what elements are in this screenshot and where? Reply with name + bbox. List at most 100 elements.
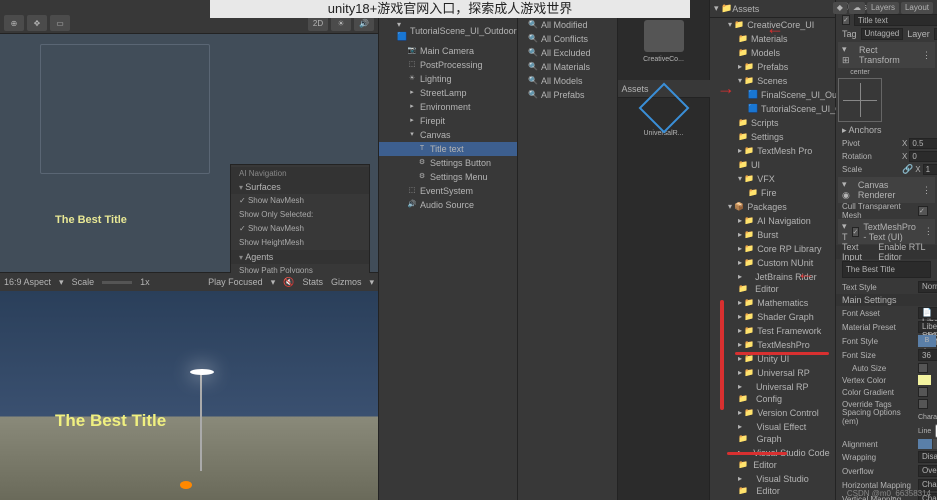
tree-item[interactable]: 📷Main Camera	[379, 44, 517, 58]
material-preset-dropdown[interactable]: LiberationSans SDF Material	[918, 321, 937, 333]
tree-item[interactable]: 📁 Scripts	[710, 116, 835, 130]
text-input-area[interactable]: The Best Title	[842, 261, 931, 278]
collab-icon[interactable]: ◆	[833, 2, 847, 14]
fav-item[interactable]: 🔍 All Prefabs	[518, 88, 617, 102]
tree-item[interactable]: ▾ 📦 Packages	[710, 200, 835, 214]
tree-item[interactable]: 🟦 TutorialScene_UI_Outdoor	[710, 102, 835, 116]
mute-icon[interactable]: 🔇	[283, 277, 294, 288]
tree-item[interactable]: ⚙Settings Button	[379, 156, 517, 170]
play-focused[interactable]: Play Focused	[208, 277, 263, 287]
tree-item[interactable]: ▸ 📁 Test Framework	[710, 324, 835, 338]
tree-item[interactable]: ▸ 📁 Mathematics	[710, 296, 835, 310]
game-view[interactable]: 16:9 Aspect▾ Scale 1x Play Focused▾ 🔇 St…	[0, 273, 378, 500]
cloud-icon[interactable]: ☁	[849, 2, 865, 14]
anchor-preset[interactable]	[838, 78, 882, 122]
tree-item[interactable]: ⬚PostProcessing	[379, 58, 517, 72]
tool-view[interactable]: ⊕	[4, 15, 24, 31]
tree-item[interactable]: ▸ 📁 Version Control	[710, 406, 835, 420]
ctx-header: AI Navigation	[231, 167, 369, 180]
tree-item[interactable]: ▸Firepit	[379, 114, 517, 128]
fav-item[interactable]: 🔍 All Excluded	[518, 46, 617, 60]
tree-item[interactable]: ▸Environment	[379, 100, 517, 114]
autosize-checkbox[interactable]	[918, 363, 928, 373]
tree-item[interactable]: ▸ 📁 Visual Studio Editor	[710, 472, 835, 498]
fav-item[interactable]: 🔍 All Conflicts	[518, 32, 617, 46]
align-left[interactable]	[918, 439, 932, 449]
tree-item[interactable]: 📁 Fire	[710, 186, 835, 200]
font-size-input[interactable]	[918, 349, 937, 361]
font-style-buttons: B I U S ab AB SC	[918, 335, 937, 347]
ctx-item[interactable]: Show NavMesh	[231, 194, 369, 208]
tree-item[interactable]: ▸ 📁 TextMeshPro	[710, 338, 835, 352]
tree-item[interactable]: ▸ 📁 Prefabs	[710, 60, 835, 74]
scene-view[interactable]: ⊕ ✥ ▭ 2D ☀ 🔊 The Best Title AI Navigatio…	[0, 0, 378, 273]
canvas-renderer-header[interactable]: ▾ ◉ Canvas Renderer⋮	[838, 177, 935, 203]
tree-item[interactable]: ▸ 📁 Core RP Library	[710, 242, 835, 256]
tree-item[interactable]: ▾ 📁 VFX	[710, 172, 835, 186]
gradient-checkbox[interactable]	[918, 387, 928, 397]
scale-x[interactable]	[923, 164, 937, 175]
cull-checkbox[interactable]	[918, 206, 928, 216]
tree-item[interactable]: ▸StreetLamp	[379, 86, 517, 100]
tree-item[interactable]: ▸ 📁 Visual Effect Graph	[710, 420, 835, 446]
scene-canvas[interactable]: The Best Title AI Navigation ▾ Surfaces …	[0, 34, 378, 272]
gizmos-button[interactable]: Gizmos	[331, 277, 362, 287]
layout-dropdown[interactable]: Layout	[901, 2, 933, 14]
rect-transform-header[interactable]: ▾ ⊞ Rect Transform⋮	[838, 42, 935, 68]
override-checkbox[interactable]	[918, 399, 928, 409]
main-settings-header[interactable]: Main Settings	[842, 295, 897, 305]
ctx-item[interactable]: Show NavMesh	[231, 222, 369, 236]
vertex-color-swatch[interactable]	[918, 375, 931, 385]
tree-item[interactable]: ▸ 📁 JetBrains Rider Editor	[710, 270, 835, 296]
rtl-button[interactable]: Enable RTL Editor	[878, 242, 931, 262]
tree-item[interactable]: ▸ 📁 Shader Graph	[710, 310, 835, 324]
tool-move[interactable]: ✥	[27, 15, 47, 31]
aspect-dropdown[interactable]: 16:9 Aspect	[4, 277, 51, 287]
tree-item[interactable]: ▸ 📁 Universal RP	[710, 366, 835, 380]
tool-rect[interactable]: ▭	[50, 15, 70, 31]
light-glow	[190, 369, 214, 375]
fav-item[interactable]: 🔍 All Modified	[518, 18, 617, 32]
tree-item[interactable]: ⬚EventSystem	[379, 184, 517, 198]
pivot-x[interactable]	[909, 138, 937, 149]
align-center[interactable]	[933, 439, 937, 449]
tree-item[interactable]: 🔊Audio Source	[379, 198, 517, 212]
tree-item[interactable]: ☀Lighting	[379, 72, 517, 86]
layers-dropdown[interactable]: Layers	[867, 2, 899, 14]
tree-item[interactable]: ▸ 📁 Custom NUnit	[710, 256, 835, 270]
stats-button[interactable]: Stats	[302, 277, 323, 287]
tree-item[interactable]: ▸ 📁 Burst	[710, 228, 835, 242]
asset-folder[interactable]: CreativeCo...	[639, 20, 689, 70]
tree-item[interactable]: 📁 Settings	[710, 130, 835, 144]
scene-root[interactable]: ▾ 🟦 TutorialScene_UI_Outdoor	[379, 18, 517, 44]
link-icon[interactable]: 🔗	[902, 164, 913, 175]
tree-item[interactable]: ▸ 📁 AI Navigation	[710, 214, 835, 228]
bold-btn[interactable]: B	[918, 335, 936, 347]
active-checkbox[interactable]	[842, 15, 850, 25]
fav-item[interactable]: 🔍 All Models	[518, 74, 617, 88]
tree-item[interactable]: ▸ 📁 Universal RP Config	[710, 380, 835, 406]
tag-dropdown[interactable]: Untagged	[861, 28, 904, 40]
fav-item[interactable]: 🔍 All Materials	[518, 60, 617, 74]
ctx-item[interactable]: Show HeightMesh	[231, 236, 369, 250]
tmp-header[interactable]: ▾ T TextMeshPro - Text (UI)⋮	[838, 219, 935, 244]
rot-x[interactable]	[909, 151, 937, 162]
anchors-foldout[interactable]: ▸ Anchors	[842, 125, 882, 136]
tree-item[interactable]: ⚙Settings Menu	[379, 170, 517, 184]
tree-item[interactable]: 📁 UI	[710, 158, 835, 172]
ctx-item[interactable]: Show Only Selected:	[231, 208, 369, 222]
canvas-rect[interactable]	[40, 44, 210, 174]
tmp-enabled[interactable]	[852, 227, 860, 237]
tree-item[interactable]: ▸ 📁 TextMesh Pro	[710, 144, 835, 158]
tree-item-selected[interactable]: TTitle text	[379, 142, 517, 156]
font-asset-field[interactable]: 📄 LiberationSans SDF (TMP_Font Asset)	[918, 307, 937, 319]
scene-title-object[interactable]: The Best Title	[55, 214, 127, 226]
scale-slider[interactable]	[102, 281, 132, 284]
overflow-dropdown[interactable]: Overflow	[918, 465, 937, 477]
fire	[180, 481, 192, 489]
wrapping-dropdown[interactable]: Disabled	[918, 451, 937, 463]
tree-item[interactable]: 📁 Models	[710, 46, 835, 60]
tree-item[interactable]: ▸ 📁 Visual Studio Code Editor	[710, 446, 835, 472]
text-style-dropdown[interactable]: Normal	[918, 281, 937, 293]
tree-item[interactable]: ▾Canvas	[379, 128, 517, 142]
